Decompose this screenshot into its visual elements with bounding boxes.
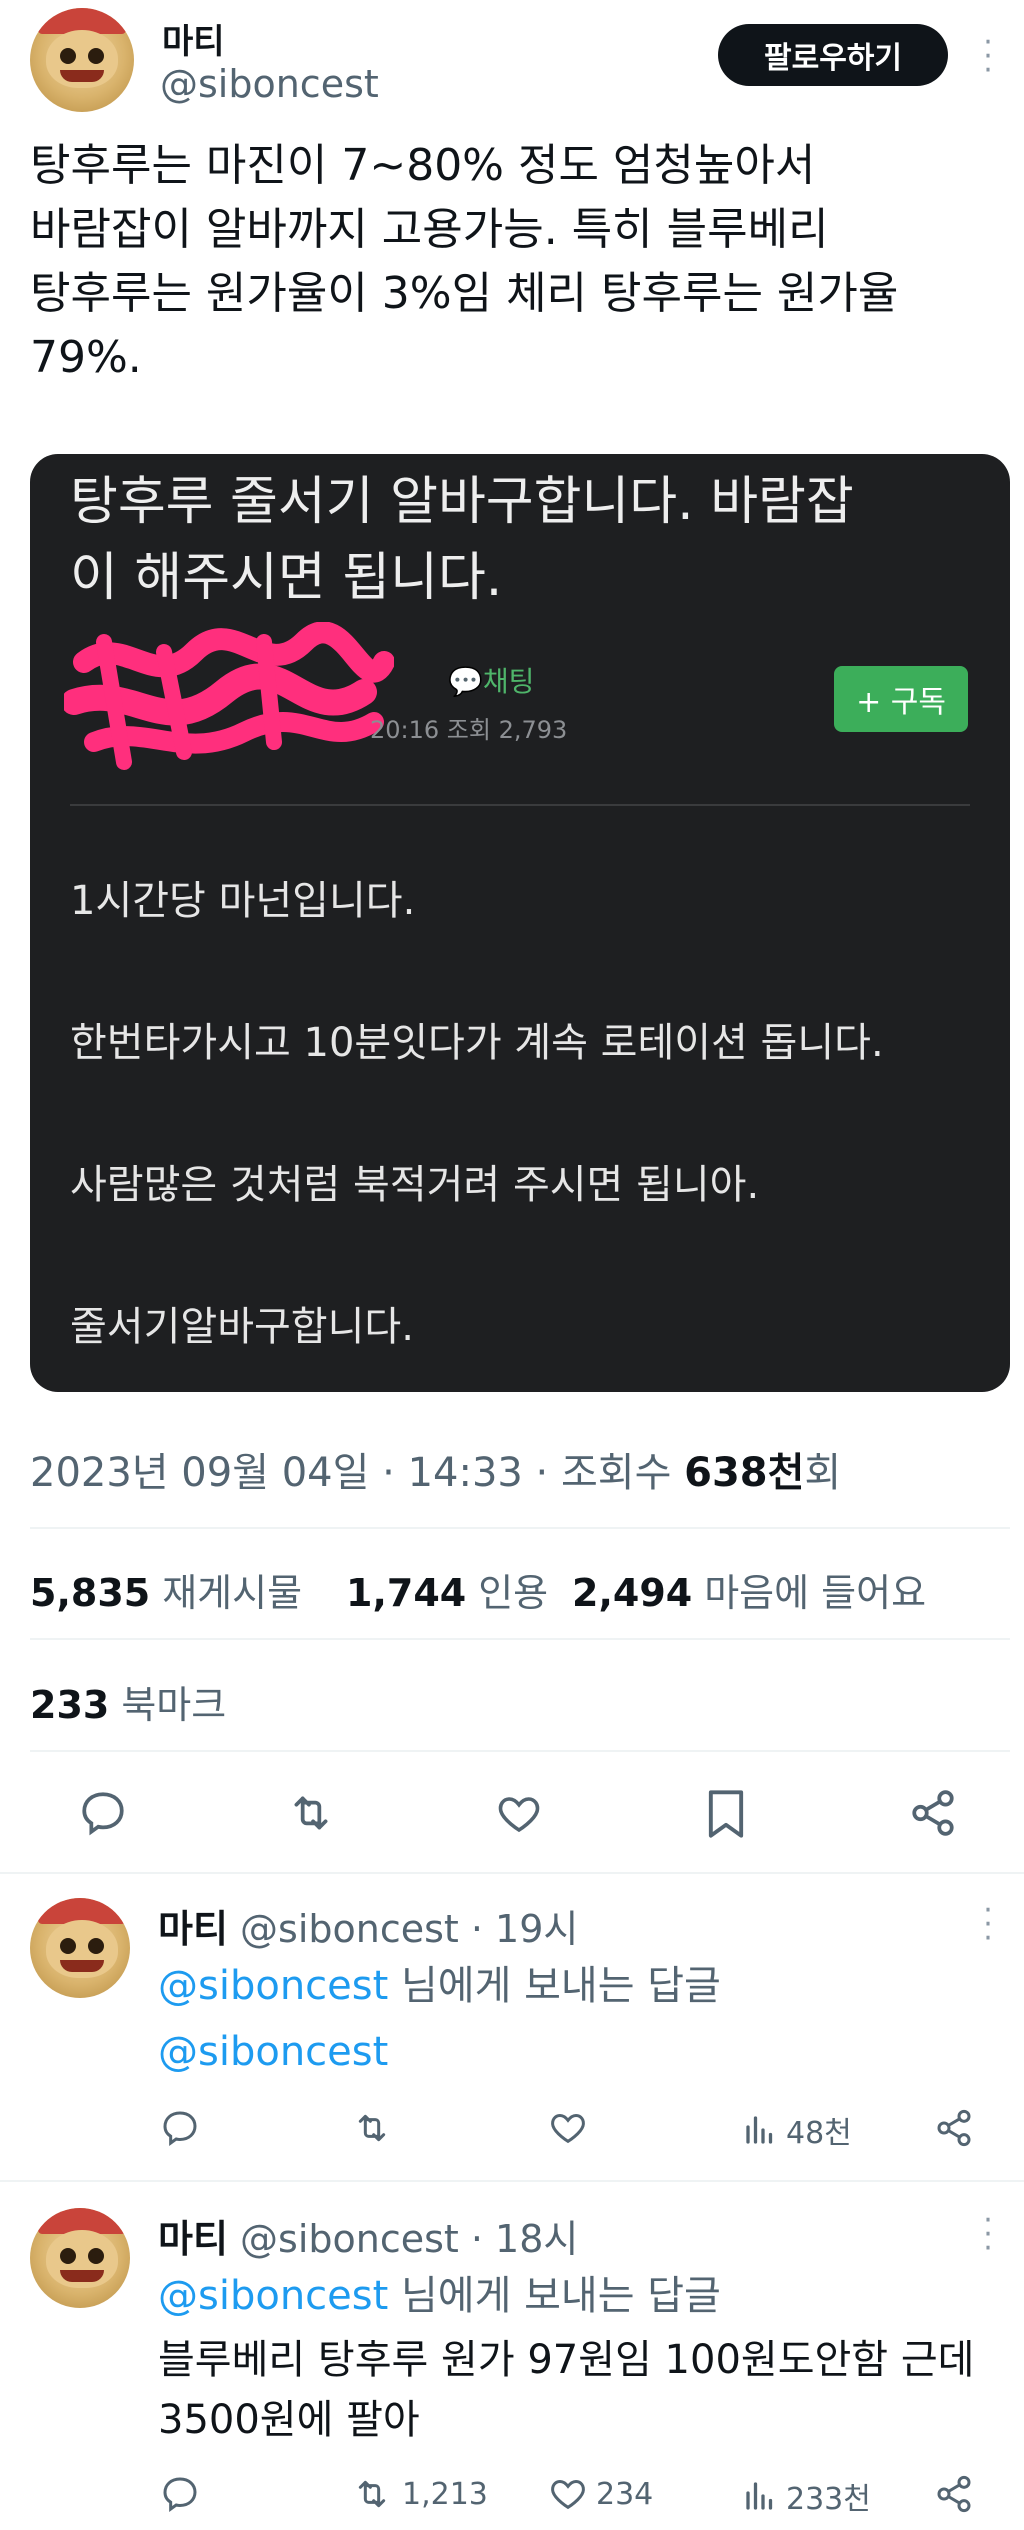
- reply-icon[interactable]: [78, 1788, 128, 1838]
- author-handle[interactable]: @siboncest: [240, 1907, 459, 1951]
- author-handle[interactable]: @siboncest: [160, 62, 379, 106]
- divider: [30, 1750, 1010, 1752]
- views-stat[interactable]: 48천: [742, 2108, 852, 2152]
- follow-button[interactable]: 팔로우하기: [718, 24, 948, 86]
- tweet-text: 탕후루는 마진이 7~80% 정도 엄청높아서 바람잡이 알바까지 고용가능. …: [30, 140, 899, 383]
- reply-icon[interactable]: [160, 2108, 208, 2148]
- retweet-count: 1,213: [402, 2476, 488, 2512]
- reply-time[interactable]: · 18시: [471, 2217, 578, 2261]
- divider: [30, 1638, 1010, 1640]
- views-stat[interactable]: 233천: [742, 2474, 871, 2518]
- like-count[interactable]: 2,494 마음에 들어요: [572, 1562, 926, 1617]
- media-body-line: 줄서기알바구합니다.: [70, 1304, 414, 1350]
- share-icon[interactable]: [934, 2108, 982, 2148]
- tweet-media-image[interactable]: 탕후루 줄서기 알바구합니다. 바람잡 이 해주시면 됩니다. 💬채팅 20:1…: [30, 454, 1010, 1392]
- reply-context: @siboncest 님에게 보내는 답글: [158, 2273, 721, 2319]
- mention-link[interactable]: @siboncest: [158, 1963, 388, 2009]
- reply-time[interactable]: · 19시: [471, 1907, 578, 1951]
- more-options-icon[interactable]: · · ·: [978, 28, 998, 86]
- chat-link[interactable]: 💬채팅: [448, 660, 534, 700]
- bookmark-icon[interactable]: [704, 1788, 748, 1840]
- reply-icon[interactable]: [160, 2474, 208, 2514]
- subscribe-button[interactable]: + 구독: [834, 666, 968, 732]
- reply-text: 블루베리 탕후루 원가 97원임 100원도안함 근데 3500원에 팔아: [158, 2337, 975, 2443]
- reply-tweet[interactable]: 마티 @siboncest · 18시 · · · @siboncest 님에게 보…: [0, 2190, 1024, 2530]
- bookmark-count[interactable]: 233 북마크: [30, 1674, 226, 1729]
- share-icon[interactable]: [908, 1788, 958, 1838]
- reply-context: @siboncest 님에게 보내는 답글: [158, 1963, 721, 2009]
- more-options-icon[interactable]: · · ·: [978, 1896, 998, 1954]
- like-icon[interactable]: 234: [548, 2474, 653, 2514]
- like-count: 234: [596, 2476, 654, 2512]
- media-body-line: 1시간당 마넌입니다.: [70, 878, 416, 924]
- media-body-line: 사람많은 것처럼 북적거려 주시면 됩니아.: [70, 1162, 760, 1208]
- share-icon[interactable]: [934, 2474, 982, 2514]
- avatar[interactable]: [30, 2208, 130, 2308]
- avatar[interactable]: [30, 1898, 130, 1998]
- reply-text[interactable]: @siboncest: [158, 2022, 998, 2082]
- analytics-icon: [746, 2482, 773, 2510]
- media-body-line: 한번타가시고 10분잇다가 계속 로테이션 돕니다.: [70, 1020, 884, 1066]
- redaction-scribble: [64, 622, 394, 770]
- tweet-info: 2023년 09월 04일 · 14:33 · 조회수 638천회: [30, 1450, 842, 1496]
- author-name[interactable]: 마티: [158, 2217, 228, 2261]
- retweet-icon[interactable]: [284, 1788, 338, 1838]
- analytics-icon: [746, 2116, 773, 2144]
- chat-icon: 💬: [448, 665, 483, 698]
- author-name[interactable]: 마티: [158, 1907, 228, 1951]
- reply-header: 마티 @siboncest · 19시: [158, 1898, 578, 1953]
- avatar[interactable]: [30, 8, 134, 112]
- media-title: 탕후루 줄서기 알바구합니다. 바람잡 이 해주시면 됩니다.: [70, 472, 854, 608]
- post-meta: 20:16 조회 2,793: [370, 716, 568, 744]
- view-count: 638천: [684, 1450, 805, 1496]
- quote-count[interactable]: 1,744 인용: [346, 1562, 548, 1617]
- retweet-icon[interactable]: 1,213: [350, 2474, 488, 2514]
- like-icon[interactable]: [494, 1790, 544, 1838]
- more-options-icon[interactable]: · · ·: [978, 2206, 998, 2264]
- divider: [0, 2180, 1024, 2182]
- divider: [70, 804, 970, 806]
- mention-link[interactable]: @siboncest: [158, 2273, 388, 2319]
- reply-tweet[interactable]: 마티 @siboncest · 19시 · · · @siboncest 님에게 보…: [0, 1880, 1024, 2180]
- retweet-count[interactable]: 5,835 재게시물: [30, 1562, 302, 1617]
- author-name[interactable]: 마티: [162, 14, 225, 63]
- divider: [30, 1527, 1010, 1529]
- reply-header: 마티 @siboncest · 18시: [158, 2208, 578, 2263]
- like-icon[interactable]: [548, 2108, 596, 2148]
- divider: [0, 1872, 1024, 1874]
- author-handle[interactable]: @siboncest: [240, 2217, 459, 2261]
- retweet-icon[interactable]: [350, 2108, 402, 2148]
- view-count: 233천: [786, 2482, 871, 2517]
